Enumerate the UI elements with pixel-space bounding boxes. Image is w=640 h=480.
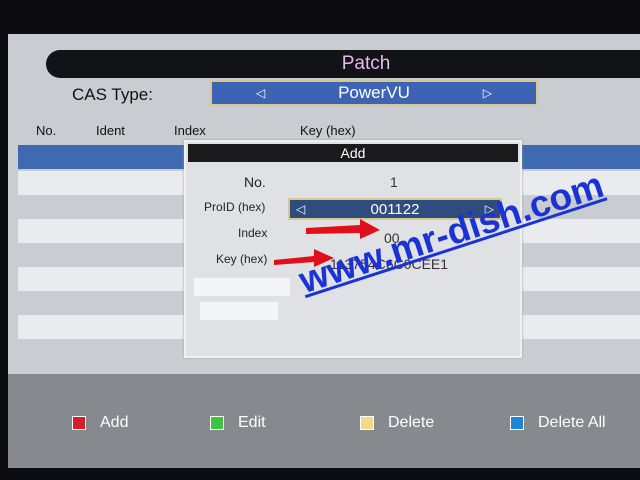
delete-button[interactable]: Delete — [360, 414, 434, 432]
no-label: No. — [244, 174, 266, 190]
key-label: Key (hex) — [216, 252, 268, 266]
empty-field — [200, 302, 278, 320]
edit-button[interactable]: Edit — [210, 414, 266, 432]
title-bar: Patch — [46, 50, 640, 78]
add-button[interactable]: Add — [72, 414, 128, 432]
provid-value: 001122 — [370, 200, 420, 218]
footer-bar: Add Edit Delete Delete All — [8, 374, 640, 468]
add-label: Add — [100, 414, 129, 431]
header-no: No. — [36, 123, 57, 138]
delete-all-label: Delete All — [538, 414, 606, 431]
green-key-icon — [210, 416, 224, 430]
header-key: Key (hex) — [300, 123, 356, 138]
no-value: 1 — [390, 174, 398, 190]
cas-type-selector[interactable]: ◁ PowerVU ▷ — [210, 80, 538, 106]
header-ident: Ident — [96, 123, 125, 138]
table-header: No. Ident Index Key (hex) — [18, 120, 640, 142]
edit-label: Edit — [238, 414, 266, 431]
index-label: Index — [238, 226, 268, 240]
yellow-key-icon — [360, 416, 374, 430]
arrow-left-icon[interactable]: ◁ — [296, 202, 305, 216]
patch-screen: Patch CAS Type: ◁ PowerVU ▷ No. Ident In… — [8, 34, 640, 468]
cas-type-value: PowerVU — [338, 83, 410, 102]
page-title: Patch — [341, 53, 391, 74]
provid-label: ProID (hex) — [204, 200, 266, 214]
arrow-right-icon[interactable]: ▷ — [483, 86, 492, 100]
red-key-icon — [72, 416, 86, 430]
cas-type-label: CAS Type: — [72, 85, 153, 104]
arrow-left-icon[interactable]: ◁ — [256, 86, 265, 100]
empty-field — [194, 278, 290, 296]
delete-label: Delete — [388, 414, 435, 431]
dialog-title: Add — [188, 144, 518, 162]
header-index: Index — [174, 123, 206, 138]
delete-all-button[interactable]: Delete All — [510, 414, 606, 432]
blue-key-icon — [510, 416, 524, 430]
